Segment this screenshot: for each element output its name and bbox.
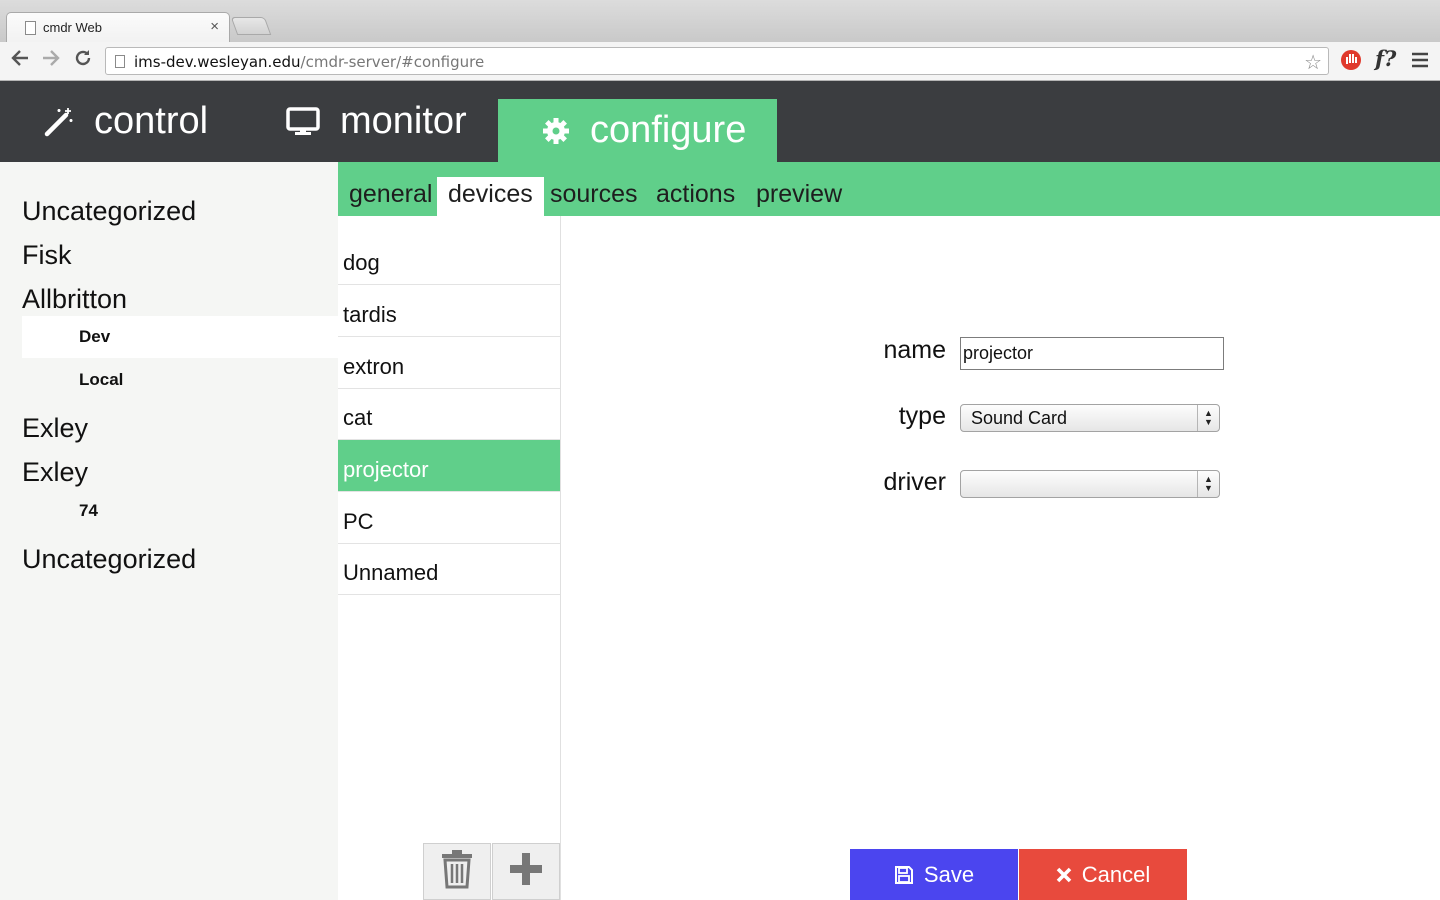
forward-arrow-icon[interactable]	[41, 48, 61, 74]
device-item-unnamed[interactable]: Unnamed	[338, 543, 560, 595]
tab-configure-label: configure	[590, 109, 747, 151]
device-list: dog tardis extron cat projector PC Unnam…	[338, 216, 561, 900]
sidebar-item-exley[interactable]: Exley	[22, 457, 88, 488]
close-icon	[1056, 867, 1072, 883]
device-item-tardis[interactable]: tardis	[338, 285, 560, 337]
page-icon	[115, 55, 125, 68]
device-item-extron[interactable]: extron	[338, 337, 560, 389]
tab-devices[interactable]: devices	[437, 177, 544, 216]
sidebar-item-label: Local	[79, 370, 124, 389]
address-bar[interactable]: ims-dev.wesleyan.edu/cmdr-server/#config…	[105, 47, 1329, 75]
add-device-button[interactable]	[492, 843, 560, 900]
type-select[interactable]: Sound Card ▲ ▼	[960, 404, 1220, 432]
sidebar-item-label: 74	[79, 501, 98, 520]
monitor-icon	[286, 106, 320, 137]
driver-label: driver	[883, 468, 946, 496]
tab-control-label: control	[94, 100, 209, 142]
config-subnav: general devices sources actions preview	[338, 162, 1440, 216]
fonts-extension-icon[interactable]: f?	[1375, 46, 1396, 71]
browser-tab-title: cmdr Web	[43, 20, 102, 35]
select-arrows-icon: ▲ ▼	[1197, 405, 1219, 431]
save-button[interactable]: Save	[850, 849, 1018, 900]
stop-hand-icon[interactable]	[1340, 48, 1362, 77]
cancel-button[interactable]: Cancel	[1019, 849, 1187, 900]
device-label: cat	[343, 405, 373, 430]
device-label: dog	[343, 250, 380, 275]
tab-configure[interactable]: configure	[498, 99, 777, 162]
device-item-cat[interactable]: cat	[338, 388, 560, 440]
back-arrow-icon[interactable]	[10, 48, 30, 74]
device-label: projector	[343, 457, 429, 482]
browser-tabstrip: cmdr Web ×	[0, 0, 1440, 42]
bookmark-star-icon[interactable]: ☆	[1304, 50, 1322, 75]
plus-icon	[508, 851, 544, 892]
device-label: PC	[343, 509, 374, 534]
new-tab-button[interactable]	[230, 17, 272, 35]
url-text: ims-dev.wesleyan.edu/cmdr-server/#config…	[134, 53, 485, 71]
type-select-value: Sound Card	[971, 408, 1068, 428]
device-item-projector[interactable]: projector	[338, 440, 560, 492]
trash-icon	[440, 849, 474, 894]
driver-select[interactable]: ▲ ▼	[960, 470, 1220, 498]
sidebar-item-uncategorized[interactable]: Uncategorized	[22, 196, 196, 227]
tab-control[interactable]: control	[44, 81, 208, 162]
tab-preview[interactable]: preview	[745, 177, 853, 216]
cancel-button-label: Cancel	[1081, 861, 1151, 887]
browser-tab[interactable]: cmdr Web ×	[6, 12, 230, 42]
sidebar-item-local[interactable]: Local	[22, 359, 338, 401]
device-label: extron	[343, 354, 405, 379]
close-icon[interactable]: ×	[210, 18, 219, 35]
device-item-pc[interactable]: PC	[338, 492, 560, 544]
tab-general[interactable]: general	[338, 177, 443, 216]
sidebar-item-74[interactable]: 74	[22, 490, 338, 532]
menu-icon[interactable]	[1411, 52, 1429, 73]
room-sidebar: Uncategorized Fisk Allbritton Dev Local …	[0, 162, 338, 900]
tab-monitor[interactable]: monitor	[286, 81, 467, 162]
sidebar-item-fisk[interactable]: Fisk	[22, 240, 72, 271]
tab-actions[interactable]: actions	[645, 177, 746, 216]
sidebar-item-allbritton[interactable]: Allbritton	[22, 284, 127, 315]
name-label: name	[883, 336, 946, 364]
page-icon	[25, 21, 36, 35]
app-nav: control monitor configure	[0, 81, 1440, 162]
name-field[interactable]	[960, 337, 1224, 370]
tab-sources[interactable]: sources	[539, 177, 649, 216]
save-button-label: Save	[923, 861, 975, 887]
browser-toolbar: ims-dev.wesleyan.edu/cmdr-server/#config…	[0, 42, 1440, 81]
tab-monitor-label: monitor	[340, 100, 467, 142]
sidebar-item-uncategorized[interactable]: Uncategorized	[22, 544, 196, 575]
gear-icon	[542, 117, 570, 145]
delete-device-button[interactable]	[423, 843, 491, 900]
magic-wand-icon	[44, 107, 74, 137]
type-label: type	[898, 402, 946, 430]
reload-icon[interactable]	[73, 48, 93, 74]
sidebar-item-dev[interactable]: Dev	[22, 316, 338, 358]
device-label: tardis	[343, 302, 397, 327]
select-arrows-icon: ▲ ▼	[1197, 471, 1219, 497]
sidebar-item-exley[interactable]: Exley	[22, 413, 88, 444]
floppy-disk-icon	[894, 865, 914, 885]
sidebar-item-label: Dev	[79, 327, 111, 346]
device-label: Unnamed	[343, 560, 439, 585]
device-item-dog[interactable]: dog	[338, 233, 560, 285]
